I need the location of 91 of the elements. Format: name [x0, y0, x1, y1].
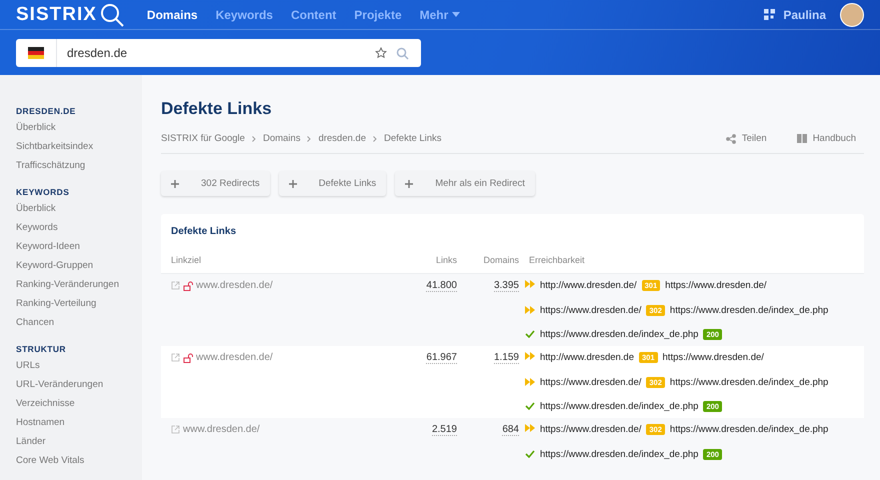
table-title: Defekte Links	[170, 225, 238, 239]
url-text: http://www.dresden.de	[540, 352, 634, 363]
magnifier-logo-icon	[98, 2, 125, 28]
user-name[interactable]: Paulina	[783, 8, 826, 22]
nav-link[interactable]: Domains	[146, 8, 198, 22]
column-header: Linkziel	[170, 254, 202, 264]
search-bar[interactable]: dresden.de	[16, 39, 421, 67]
sidebar-item[interactable]: Verzeichnisse	[16, 397, 142, 416]
breadcrumb-link[interactable]: dresden.de	[318, 133, 366, 144]
sidebar-item[interactable]: Ranking-Verteilung	[16, 297, 142, 316]
external-link-icon[interactable]	[171, 281, 180, 290]
book-icon	[796, 134, 807, 143]
flag-icon	[28, 47, 44, 59]
fast-forward-icon	[525, 378, 535, 386]
fast-forward-icon	[525, 424, 535, 432]
sidebar-item[interactable]: Trafficschätzung	[16, 159, 142, 178]
plus-icon	[405, 180, 414, 188]
sidebar-item[interactable]: Ranking-Veränderungen	[16, 278, 142, 297]
sidebar-item[interactable]: Hostnamen	[16, 416, 142, 435]
breadcrumb-link[interactable]: SISTRIX für Google	[161, 133, 245, 144]
url-text: https://www.dresden.de/index_de.php	[540, 448, 698, 460]
links-count[interactable]: 41.800	[426, 280, 457, 292]
filter-button[interactable]: Defekte Links	[278, 171, 386, 196]
page-title: Defekte Links	[161, 99, 273, 119]
url-text: https://www.dresden.de/	[540, 424, 642, 435]
sidebar-heading: KEYWORDS	[16, 187, 70, 197]
grid-icon[interactable]	[764, 9, 776, 20]
sidebar-item[interactable]: Keywords	[16, 221, 142, 240]
sidebar-item[interactable]: Länder	[16, 435, 142, 454]
check-icon	[525, 402, 535, 410]
url-text: https://www.dresden.de/index_de.php	[540, 328, 698, 340]
filter-button[interactable]: Mehr als ein Redirect	[395, 171, 535, 196]
domains-count[interactable]: 1.159	[494, 352, 519, 364]
star-icon[interactable]	[375, 47, 387, 59]
domains-count[interactable]: 684	[502, 424, 519, 436]
column-header: Domains	[482, 254, 519, 264]
search-icon[interactable]	[396, 46, 409, 60]
url-text: https://www.dresden.de/	[540, 304, 642, 316]
url-text: https://www.dresden.de/	[662, 352, 764, 363]
chevron-icon	[252, 136, 256, 142]
chevron-icon	[373, 136, 377, 142]
external-link-icon[interactable]	[171, 425, 180, 434]
sidebar-item[interactable]: Core Web Vitals	[16, 454, 142, 473]
search-field[interactable]: dresden.de	[57, 45, 375, 61]
link-target[interactable]: www.dresden.de/	[196, 352, 273, 363]
url-text: https://www.dresden.de/	[540, 376, 642, 388]
fast-forward-icon	[525, 352, 535, 360]
action-link[interactable]: Handbuch	[812, 133, 856, 144]
sidebar-item[interactable]: URLs	[16, 359, 142, 378]
links-count[interactable]: 61.967	[426, 352, 457, 364]
sidebar-item[interactable]: Sichtbarkeitsindex	[16, 140, 142, 159]
sidebar-item[interactable]: Keyword-Ideen	[16, 240, 142, 259]
nav-link[interactable]: Projekte	[354, 8, 402, 22]
domains-count[interactable]: 3.395	[494, 280, 519, 292]
sidebar-item[interactable]: Überblick	[16, 121, 142, 140]
sidebar-item[interactable]: URL-Veränderungen	[16, 378, 142, 397]
fast-forward-icon	[525, 306, 535, 314]
sidebar-item[interactable]: Überblick	[16, 202, 142, 221]
links-count[interactable]: 2.519	[432, 424, 457, 436]
sidebar-heading: STRUKTUR	[16, 344, 67, 354]
sidebar-item[interactable]: Keyword-Gruppen	[16, 259, 142, 278]
breadcrumb-link[interactable]: Domains	[262, 133, 300, 144]
logo-text[interactable]: SISTRIX	[16, 4, 97, 26]
url-text: https://www.dresden.de/index_de.php	[540, 400, 698, 412]
filter-button[interactable]: 302 Redirects	[161, 171, 270, 196]
url-text: https://www.dresden.de/index_de.php	[670, 424, 828, 435]
fast-forward-icon	[525, 280, 535, 288]
avatar[interactable]	[840, 2, 864, 26]
nav-link[interactable]: Keywords	[216, 8, 273, 22]
column-header: Links	[434, 254, 457, 264]
chevron-icon	[307, 136, 312, 142]
external-link-icon[interactable]	[171, 353, 180, 362]
url-text: https://www.dresden.de/index_de.php	[670, 376, 828, 388]
share-icon	[726, 134, 736, 144]
url-text: https://www.dresden.de/	[665, 280, 767, 291]
column-header: Erreichbarkeit	[528, 254, 586, 264]
plus-icon	[171, 180, 179, 188]
plus-icon	[288, 180, 297, 188]
caret-icon[interactable]	[452, 12, 460, 17]
url-text: http://www.dresden.de/	[540, 280, 637, 291]
url-text: https://www.dresden.de/index_de.php	[670, 304, 828, 316]
sidebar-item[interactable]: Chancen	[16, 316, 142, 335]
check-icon	[525, 450, 535, 458]
nav-link[interactable]: Mehr	[420, 8, 460, 22]
link-target[interactable]: www.dresden.de/	[183, 424, 260, 435]
nav-link[interactable]: Content	[290, 8, 336, 22]
link-target[interactable]: www.dresden.de/	[196, 280, 273, 291]
breadcrumb-link[interactable]: Defekte Links	[384, 133, 442, 144]
sidebar-heading: DRESDEN.DE	[16, 106, 77, 116]
check-icon	[525, 330, 535, 338]
action-link[interactable]: Teilen	[742, 133, 767, 144]
